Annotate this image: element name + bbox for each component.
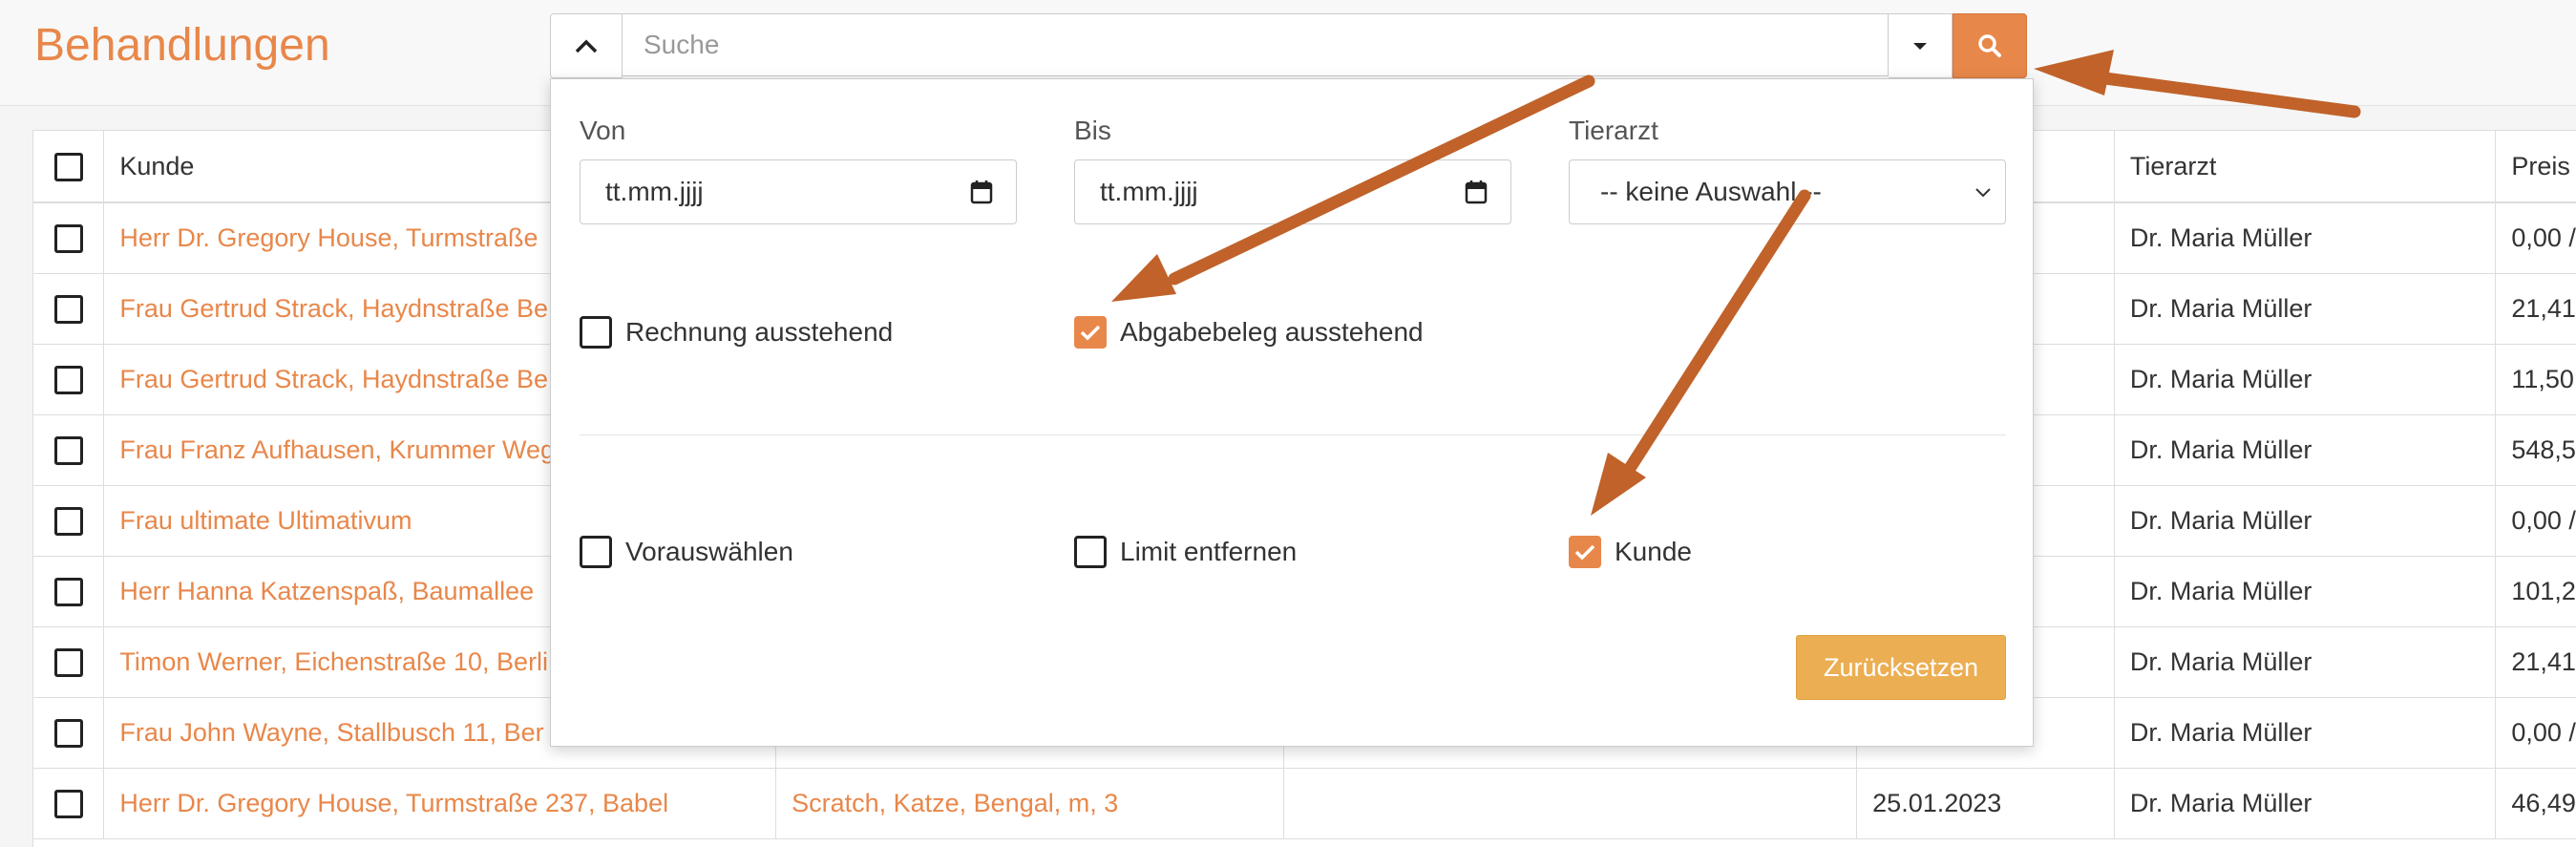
kunde-label: Kunde <box>1615 537 1692 566</box>
table-row[interactable]: Herr Dr. Gregory House, Turmstraße 237, … <box>33 768 2576 839</box>
row-select-cell <box>33 202 105 274</box>
tier-cell[interactable]: Scratch, Katze, Bengal, m, 3 <box>775 768 1284 839</box>
bis-date-value: tt.mm.jjjj <box>1100 177 1198 206</box>
search-dropdown-button[interactable] <box>1889 13 1953 78</box>
row-select-cell <box>33 556 105 627</box>
preis-cell: 11,50 <box>2495 344 2576 415</box>
preis-cell: 21,41 <box>2495 273 2576 345</box>
checkbox-abgabebeleg-ausstehend[interactable]: Abgabebeleg ausstehend <box>1074 316 1424 349</box>
check-icon <box>1080 325 1101 341</box>
checkbox-kunde[interactable]: Kunde <box>1569 536 1692 568</box>
select-all-cell <box>33 131 105 203</box>
row-select-cell <box>33 626 105 698</box>
tierarzt-cell: Dr. Maria Müller <box>2114 697 2497 769</box>
check-icon <box>1574 544 1595 561</box>
caret-down-icon <box>1913 43 1927 50</box>
tierarzt-select[interactable]: -- keine Auswahl -- <box>1569 159 2006 224</box>
tierarzt-cell: Dr. Maria Müller <box>2114 202 2497 274</box>
tierarzt-cell: Dr. Maria Müller <box>2114 273 2497 345</box>
filter-divider <box>580 434 2006 435</box>
row-checkbox[interactable] <box>53 578 83 607</box>
row-checkbox[interactable] <box>53 436 83 466</box>
bis-date-input[interactable]: tt.mm.jjjj <box>1074 159 1511 224</box>
row-checkbox[interactable] <box>53 719 83 749</box>
abgabebeleg-ausstehend-label: Abgabebeleg ausstehend <box>1120 317 1424 347</box>
tierarzt-cell: Dr. Maria Müller <box>2114 344 2497 415</box>
von-date-value: tt.mm.jjjj <box>605 177 704 206</box>
row-select-cell <box>33 273 105 345</box>
checkbox-rechnung-ausstehend[interactable]: Rechnung ausstehend <box>580 316 893 349</box>
search-icon <box>1978 34 2001 57</box>
tierarzt-select-value: -- keine Auswahl -- <box>1600 177 1822 206</box>
preis-cell: 0,00 / <box>2495 485 2576 557</box>
row-checkbox[interactable] <box>53 295 83 325</box>
von-label: Von <box>580 116 626 145</box>
kunde-cell[interactable]: Herr Dr. Gregory House, Turmstraße 237, … <box>103 768 777 839</box>
row-checkbox[interactable] <box>53 648 83 678</box>
tierarzt-cell: Dr. Maria Müller <box>2114 485 2497 557</box>
vorauswaehlen-label: Vorauswählen <box>625 537 793 566</box>
tierarzt-cell: Dr. Maria Müller <box>2114 626 2497 698</box>
preis-cell: 21,41 <box>2495 626 2576 698</box>
row-select-cell <box>33 697 105 769</box>
von-date-input[interactable]: tt.mm.jjjj <box>580 159 1017 224</box>
row-select-cell <box>33 344 105 415</box>
row-select-cell <box>33 414 105 486</box>
preis-cell: 0,00 / <box>2495 697 2576 769</box>
row-checkbox[interactable] <box>53 507 83 537</box>
row-checkbox[interactable] <box>53 366 83 395</box>
row-checkbox[interactable] <box>53 224 83 254</box>
row-select-cell <box>33 485 105 557</box>
filter-panel: Von tt.mm.jjjj Bis tt.mm.jjjj Tierarzt -… <box>550 78 2034 747</box>
row-checkbox[interactable] <box>53 790 83 819</box>
info-cell <box>1283 768 1858 839</box>
collapse-filter-button[interactable] <box>550 13 623 78</box>
column-header-preis[interactable]: Preis <box>2495 131 2576 203</box>
chevron-down-icon <box>1975 188 1991 198</box>
kunde-checkbox[interactable] <box>1569 536 1601 568</box>
preis-cell: 548,5 <box>2495 414 2576 486</box>
checkbox-vorauswaehlen[interactable]: Vorauswählen <box>580 536 793 568</box>
column-header-tierarzt[interactable]: Tierarzt <box>2114 131 2497 203</box>
datum-cell: 25.01.2023 <box>1856 768 2115 839</box>
tierarzt-cell: Dr. Maria Müller <box>2114 414 2497 486</box>
preis-cell: 101,2 <box>2495 556 2576 627</box>
rechnung-ausstehend-checkbox[interactable] <box>580 316 612 349</box>
bis-label: Bis <box>1074 116 1111 145</box>
select-all-checkbox[interactable] <box>53 152 83 181</box>
search-bar <box>550 13 2027 78</box>
calendar-icon <box>970 180 993 204</box>
limit-entfernen-label: Limit entfernen <box>1120 537 1298 566</box>
tierarzt-cell: Dr. Maria Müller <box>2114 768 2497 839</box>
search-button[interactable] <box>1953 13 2027 78</box>
preis-cell: 0,00 / <box>2495 202 2576 274</box>
page-title: Behandlungen <box>34 20 330 71</box>
abgabebeleg-ausstehend-checkbox[interactable] <box>1074 316 1107 349</box>
limit-entfernen-checkbox[interactable] <box>1074 536 1107 568</box>
checkbox-limit-entfernen[interactable]: Limit entfernen <box>1074 536 1297 568</box>
tierarzt-cell: Dr. Maria Müller <box>2114 556 2497 627</box>
rechnung-ausstehend-label: Rechnung ausstehend <box>625 317 894 347</box>
preis-cell: 46,49 <box>2495 768 2576 839</box>
reset-button[interactable]: Zurücksetzen <box>1796 635 2006 700</box>
tierarzt-label: Tierarzt <box>1569 116 1658 145</box>
chevron-up-icon <box>575 39 598 53</box>
row-select-cell <box>33 768 105 839</box>
calendar-icon <box>1465 180 1488 204</box>
search-input[interactable] <box>623 13 1889 76</box>
vorauswaehlen-checkbox[interactable] <box>580 536 612 568</box>
